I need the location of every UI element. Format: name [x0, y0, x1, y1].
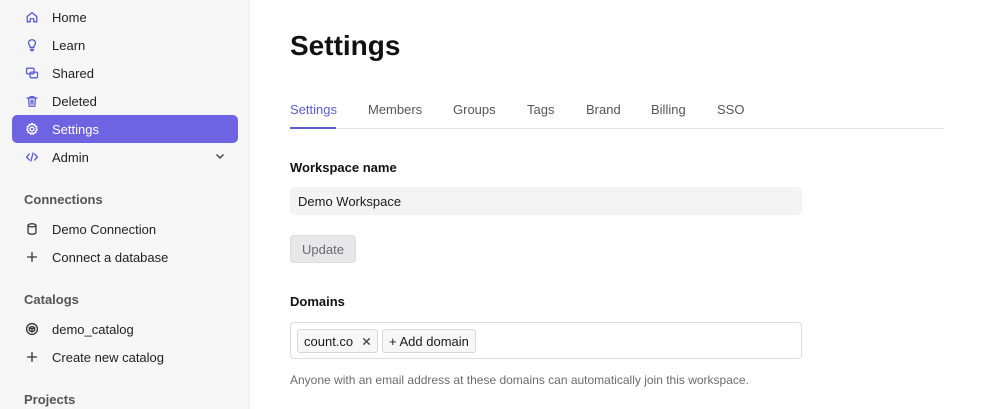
sidebar-item-label: Create new catalog [52, 349, 165, 365]
lightbulb-icon [24, 37, 40, 53]
create-catalog-button[interactable]: Create new catalog [12, 343, 238, 371]
sidebar-item-label: Shared [52, 65, 94, 81]
connections-section-title: Connections [24, 192, 103, 207]
database-icon [24, 221, 40, 237]
sidebar-item-label: Settings [52, 121, 99, 137]
domain-chip-label: count.co [304, 333, 354, 349]
add-domain-button[interactable]: + Add domain [382, 329, 476, 353]
sidebar-item-home[interactable]: Home [12, 3, 238, 31]
domain-chip: count.co [297, 329, 379, 353]
sidebar-item-deleted[interactable]: Deleted [12, 87, 238, 115]
sidebar-item-label: Home [52, 9, 87, 25]
connect-database-button[interactable]: Connect a database [12, 243, 238, 271]
sidebar-item-demo-catalog[interactable]: demo_catalog [12, 315, 238, 343]
cube-icon [24, 321, 40, 337]
sidebar-item-shared[interactable]: Shared [12, 59, 238, 87]
sidebar-item-label: Learn [52, 37, 86, 53]
sidebar-item-label: demo_catalog [52, 321, 134, 337]
domains-help-text: Anyone with an email address at these do… [290, 373, 749, 387]
catalogs-section-title: Catalogs [24, 292, 79, 307]
projects-section-title: Projects [24, 392, 76, 407]
domains-field[interactable]: count.co + Add domain [290, 322, 802, 359]
sidebar-item-label: Demo Connection [52, 221, 157, 237]
workspace-name-input[interactable]: Demo Workspace [290, 187, 802, 215]
tab-sso[interactable]: SSO [717, 102, 744, 129]
workspace-name-label: Workspace name [290, 160, 397, 175]
tab-bar: Settings Members Groups Tags Brand Billi… [290, 102, 944, 129]
tab-settings[interactable]: Settings [290, 102, 337, 129]
update-button[interactable]: Update [290, 235, 356, 263]
plus-icon [24, 349, 40, 365]
plus-icon [24, 249, 40, 265]
tab-billing[interactable]: Billing [651, 102, 686, 129]
chevron-down-icon[interactable] [214, 150, 226, 162]
close-icon[interactable] [361, 336, 371, 346]
gear-icon [24, 121, 40, 137]
domains-label: Domains [290, 294, 345, 309]
sidebar-item-learn[interactable]: Learn [12, 31, 238, 59]
shared-icon [24, 65, 40, 81]
tab-groups[interactable]: Groups [453, 102, 496, 129]
tab-members[interactable]: Members [368, 102, 422, 129]
sidebar-item-admin[interactable]: Admin [12, 143, 238, 171]
sidebar-item-label: Deleted [52, 93, 97, 109]
trash-icon [24, 93, 40, 109]
sidebar-item-label: Admin [52, 149, 89, 165]
sidebar-item-demo-connection[interactable]: Demo Connection [12, 215, 238, 243]
sidebar: Home Learn Shared Deleted Settings Admin [0, 0, 250, 409]
tab-tags[interactable]: Tags [527, 102, 554, 129]
code-icon [24, 149, 40, 165]
tab-brand[interactable]: Brand [586, 102, 621, 129]
main-content: Settings Settings Members Groups Tags Br… [251, 0, 982, 409]
sidebar-item-label: Connect a database [52, 249, 169, 265]
page-title: Settings [290, 30, 401, 61]
sidebar-item-settings[interactable]: Settings [12, 115, 238, 143]
home-icon [24, 9, 40, 25]
